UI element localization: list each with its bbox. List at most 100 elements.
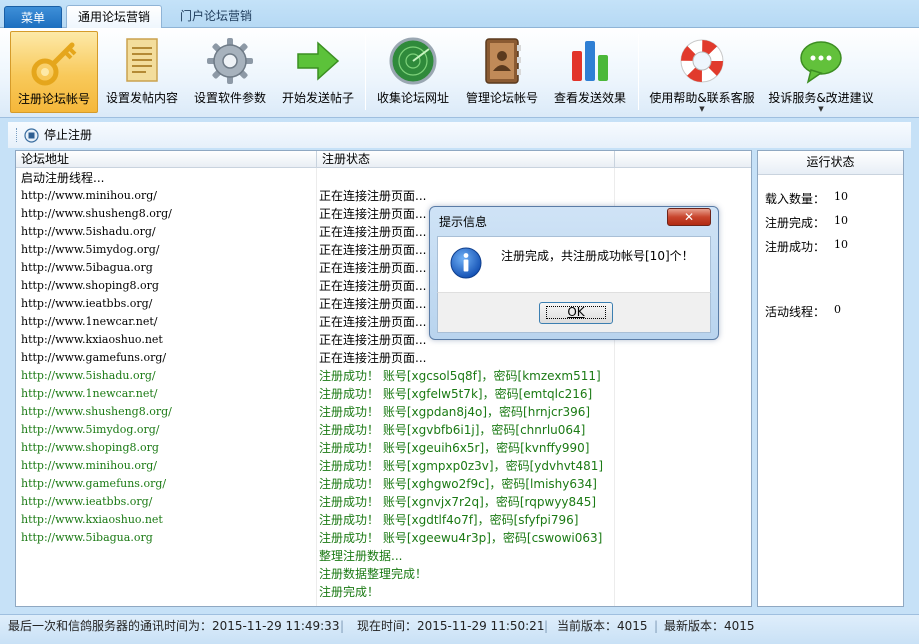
status-cell: 整理注册数据... xyxy=(319,549,403,563)
ribbon-label: 使用帮助&联系客服 xyxy=(649,91,755,105)
registration-success-count: 注册成功： 10 xyxy=(765,238,848,255)
status-cell: 注册成功！ 账号[xgmpxp0z3v]，密码[ydvhvt481] xyxy=(319,459,604,473)
bar-chart-icon xyxy=(572,41,608,81)
table-row[interactable]: 整理注册数据... xyxy=(16,547,751,565)
forum-url-cell: http://www.5ibagua.org xyxy=(21,531,153,544)
forum-url-cell: http://www.ieatbbs.org/ xyxy=(21,297,153,310)
status-cell: 注册成功！ 账号[xgfelw5t7k]，密码[emtqlc216] xyxy=(319,387,593,401)
forum-url-cell: http://www.kxiaoshuo.net xyxy=(21,333,163,346)
register-forum-account-button[interactable]: 注册论坛帐号 xyxy=(10,31,98,113)
status-cell: 正在连接注册页面... xyxy=(319,225,427,239)
key-icon xyxy=(31,42,77,86)
latest-version: 最新版本：4015 xyxy=(664,619,755,633)
ribbon-label: 收集论坛网址 xyxy=(376,91,449,105)
tab-general-forum-marketing[interactable]: 通用论坛营销 xyxy=(66,5,162,29)
table-row[interactable]: http://www.minihou.org/正在连接注册页面... xyxy=(16,187,751,205)
loaded-count: 载入数量： 10 xyxy=(765,190,848,207)
view-posting-results-button[interactable]: 查看发送效果 xyxy=(548,31,632,113)
collect-forum-urls-button[interactable]: 收集论坛网址 xyxy=(371,31,455,113)
set-post-content-button[interactable]: 设置发帖内容 xyxy=(100,31,184,113)
dialog-message: 注册完成，共注册成功帐号[10]个！ xyxy=(501,249,694,263)
stop-registration-label: 停止注册 xyxy=(44,128,93,142)
forum-url-cell: http://www.gamefuns.org/ xyxy=(21,351,167,364)
status-cell: 正在连接注册页面... xyxy=(319,315,427,329)
dialog-footer: OK xyxy=(437,292,711,333)
status-cell: 正在连接注册页面... xyxy=(319,297,427,311)
software-settings-button[interactable]: 设置软件参数 xyxy=(188,31,272,113)
status-cell: 注册成功！ 账号[xgpdan8j4o]，密码[hrnjcr396] xyxy=(319,405,591,419)
ok-button[interactable]: OK xyxy=(539,302,613,324)
status-divider: | xyxy=(544,619,549,633)
status-cell: 注册成功！ 账号[xghgwo2f9c]，密码[lmishy634] xyxy=(319,477,597,491)
forum-url-cell: http://www.kxiaoshuo.net xyxy=(21,513,163,526)
tab-bar: 菜单 通用论坛营销 门户论坛营销 xyxy=(0,0,919,29)
status-cell: 正在连接注册页面... xyxy=(319,279,427,293)
table-row[interactable]: http://www.5imydog.org/注册成功！ 账号[xgvbfb6i… xyxy=(16,421,751,439)
dropdown-arrow-icon: ▼ xyxy=(818,105,824,113)
loaded-count-label: 载入数量： xyxy=(765,192,826,206)
table-row[interactable]: http://www.gamefuns.org/正在连接注册页面... xyxy=(16,349,751,367)
current-version: 当前版本：4015 xyxy=(557,619,648,633)
active-threads-label: 活动线程： xyxy=(765,305,826,319)
table-row[interactable]: http://www.minihou.org/注册成功！ 账号[xgmpxp0z… xyxy=(16,457,751,475)
table-row[interactable]: http://www.shoping8.org 注册成功！ 账号[xgeuih6x… xyxy=(16,439,751,457)
info-dialog: 提示信息 ✕ 注册完成，共注册成功帐号[10]个！ OK xyxy=(429,206,719,340)
ribbon-label: 设置发帖内容 xyxy=(105,91,178,105)
forum-url-cell: http://www.shusheng8.org/ xyxy=(21,207,172,220)
forum-url-cell: http://www.5imydog.org/ xyxy=(21,243,160,256)
table-row[interactable]: http://www.gamefuns.org/注册成功！ 账号[xghgwo2… xyxy=(16,475,751,493)
menu-tab[interactable]: 菜单 xyxy=(4,6,62,28)
gear-icon xyxy=(207,38,253,84)
document-icon xyxy=(126,38,158,82)
loaded-count-value: 10 xyxy=(834,190,848,203)
status-divider: | xyxy=(340,619,345,633)
address-book-icon xyxy=(485,38,521,84)
status-cell: 正在连接注册页面... xyxy=(319,207,427,221)
status-cell: 正在连接注册页面... xyxy=(319,243,427,257)
forum-url-cell: 启动注册线程... xyxy=(21,171,105,185)
arrow-right-icon xyxy=(297,41,340,81)
status-cell: 注册成功！ 账号[xgeewu4r3p]，密码[cswowi063] xyxy=(319,531,603,545)
start-posting-button[interactable]: 开始发送帖子 xyxy=(276,31,360,113)
manage-forum-accounts-button[interactable]: 管理论坛帐号 xyxy=(460,31,544,113)
table-row[interactable]: http://www.1newcar.net/注册成功！ 账号[xgfelw5t… xyxy=(16,385,751,403)
forum-url-cell: http://www.5ishadu.org/ xyxy=(21,225,156,238)
status-cell: 正在连接注册页面... xyxy=(319,333,427,347)
help-and-support-button[interactable]: 使用帮助&联系客服 ▼ xyxy=(644,31,760,113)
registration-done-value: 10 xyxy=(834,214,848,227)
ribbon-separator xyxy=(365,34,366,110)
table-row[interactable]: http://www.5ishadu.org/注册成功！ 账号[xgcsol5q… xyxy=(16,367,751,385)
column-header-forum-url[interactable]: 论坛地址 xyxy=(16,151,316,168)
table-row[interactable]: http://www.kxiaoshuo.net 注册成功！ 账号[xgdtlf4… xyxy=(16,511,751,529)
forum-url-cell: http://www.shusheng8.org/ xyxy=(21,405,172,418)
ribbon-label: 查看发送效果 xyxy=(553,91,626,105)
registration-done-label: 注册完成： xyxy=(765,216,826,230)
ribbon-label: 管理论坛帐号 xyxy=(465,91,538,105)
status-cell: 注册成功！ 账号[xgdtlf4o7f]，密码[sfyfpi796] xyxy=(319,513,579,527)
table-row[interactable]: 注册完成！ xyxy=(16,583,751,601)
feedback-and-suggestions-button[interactable]: 投诉服务&改进建议 ▼ xyxy=(764,31,878,113)
table-row[interactable]: http://www.5ibagua.org 注册成功！ 账号[xgeewu4r3… xyxy=(16,529,751,547)
radar-icon xyxy=(389,37,437,85)
dialog-close-button[interactable]: ✕ xyxy=(667,208,711,226)
table-row[interactable]: http://www.shusheng8.org/注册成功！ 账号[xgpdan… xyxy=(16,403,751,421)
table-row[interactable]: http://www.ieatbbs.org/注册成功！ 账号[xgnvjx7r… xyxy=(16,493,751,511)
stop-registration-button[interactable]: 停止注册 xyxy=(24,126,92,144)
tab-portal-forum-marketing[interactable]: 门户论坛营销 xyxy=(168,5,264,29)
status-cell: 正在连接注册页面... xyxy=(319,189,427,203)
table-header: 论坛地址 注册状态 xyxy=(16,151,751,168)
forum-url-cell: http://www.1newcar.net/ xyxy=(21,315,158,328)
column-header-status[interactable]: 注册状态 xyxy=(316,151,614,168)
current-time: 现在时间：2015-11-29 11:50:21 xyxy=(357,619,545,633)
status-cell: 注册成功！ 账号[xgeuih6x5r]，密码[kvnffy990] xyxy=(319,441,590,455)
status-cell: 正在连接注册页面... xyxy=(319,261,427,275)
table-row[interactable]: 启动注册线程... xyxy=(16,169,751,187)
table-row[interactable]: 注册数据整理完成！ xyxy=(16,565,751,583)
status-cell: 注册成功！ 账号[xgvbfb6i1j]，密码[chnrlu064] xyxy=(319,423,586,437)
forum-url-cell: http://www.5imydog.org/ xyxy=(21,423,160,436)
dialog-body: 注册完成，共注册成功帐号[10]个！ xyxy=(437,236,711,292)
forum-url-cell: http://www.1newcar.net/ xyxy=(21,387,158,400)
registration-done-count: 注册完成： 10 xyxy=(765,214,848,231)
toolbar-grip[interactable] xyxy=(16,128,19,142)
forum-url-cell: http://www.ieatbbs.org/ xyxy=(21,495,153,508)
